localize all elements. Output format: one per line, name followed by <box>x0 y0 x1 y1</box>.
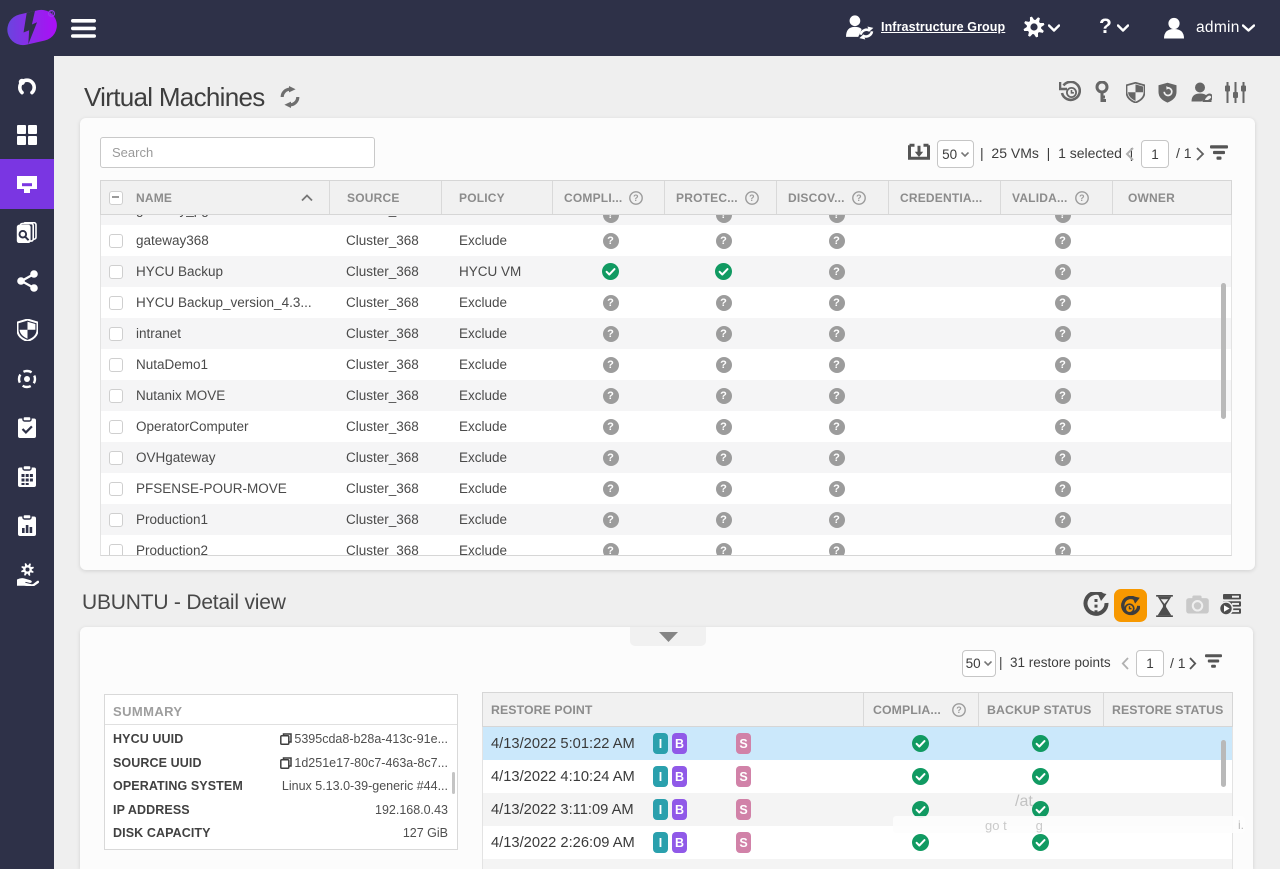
svg-text:?: ? <box>634 193 640 203</box>
svg-text:?: ? <box>749 193 755 203</box>
svg-text:?: ? <box>856 193 862 203</box>
svg-text:R: R <box>49 12 53 18</box>
svg-text:?: ? <box>956 705 962 715</box>
svg-text:?: ? <box>1079 193 1085 203</box>
